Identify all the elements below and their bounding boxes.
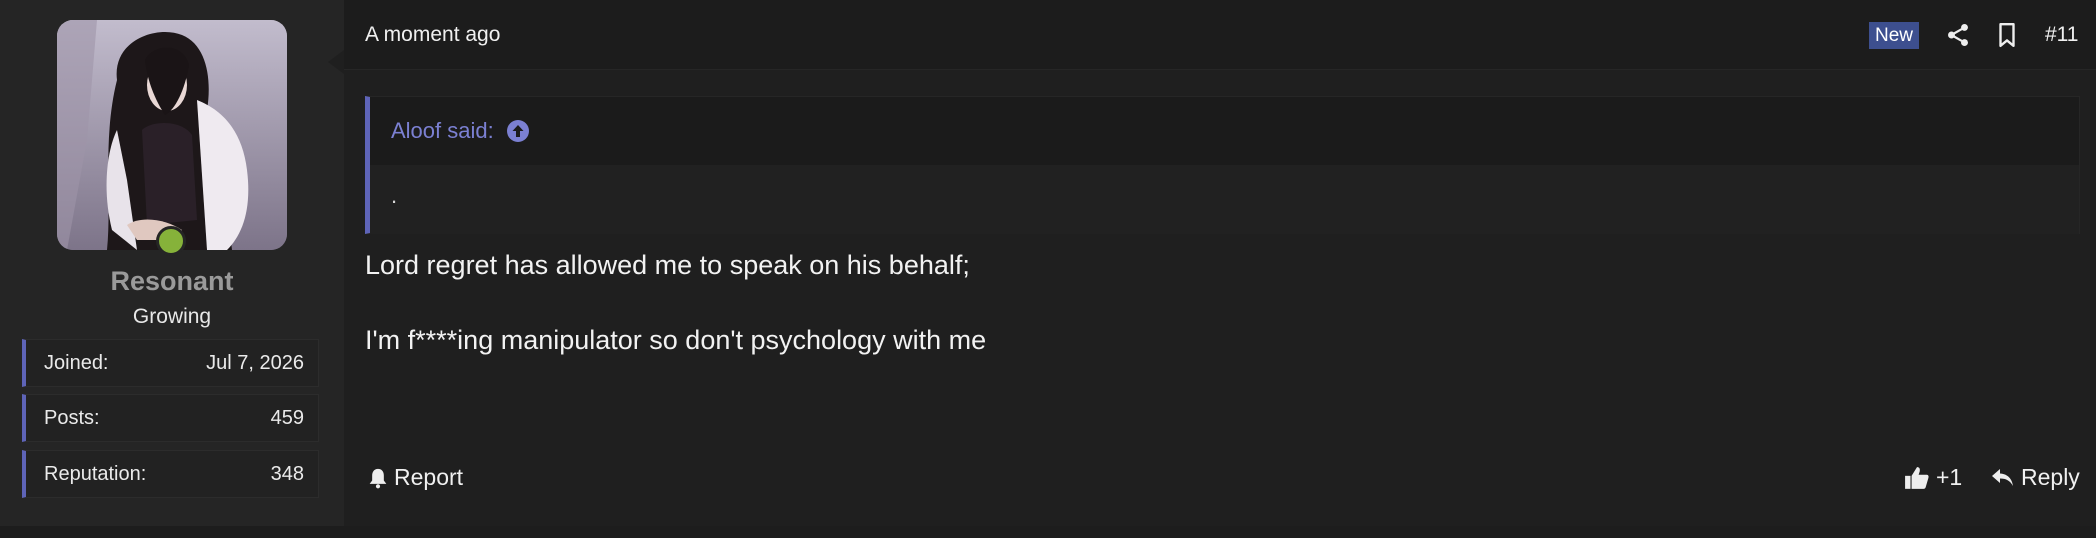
report-label: Report — [394, 464, 464, 490]
bookmark-icon[interactable] — [1994, 22, 2020, 48]
stat-label: Joined: — [44, 351, 109, 374]
stat-label: Posts: — [44, 406, 100, 429]
reply-icon — [1992, 468, 2013, 486]
post-pointer-arrow — [328, 50, 344, 74]
post-number[interactable]: #11 — [2045, 23, 2078, 47]
stat-reputation: Reputation: 348 — [22, 450, 319, 498]
quote-author[interactable]: Aloof said: — [391, 118, 494, 144]
online-status-indicator — [156, 226, 186, 256]
user-sidebar: Resonant Growing Joined: Jul 7, 2026 Pos… — [0, 0, 344, 526]
reply-label: Reply — [2021, 464, 2080, 490]
stat-value: 459 — [270, 406, 304, 429]
message-line: I'm f****ing manipulator so don't psycho… — [365, 325, 987, 355]
stat-value: Jul 7, 2026 — [206, 351, 304, 374]
bell-icon — [369, 468, 387, 488]
jump-to-quote-icon[interactable] — [506, 119, 530, 143]
new-badge: New — [1869, 22, 1920, 49]
stat-posts: Posts: 459 — [22, 394, 319, 442]
quote-content: . — [370, 165, 2079, 234]
message-line: Lord regret has allowed me to speak on h… — [365, 250, 970, 280]
stat-value: 348 — [270, 462, 304, 485]
like-button[interactable]: +1 — [1904, 464, 1962, 491]
avatar[interactable] — [57, 20, 287, 250]
quote-block: Aloof said: . — [365, 96, 2080, 234]
username[interactable]: Resonant — [0, 266, 344, 297]
post-header: A moment ago New #11 — [344, 0, 2096, 70]
like-count: +1 — [1936, 464, 1963, 490]
share-icon[interactable] — [1945, 22, 1971, 48]
report-button[interactable]: Report — [368, 464, 463, 491]
forum-post: Resonant Growing Joined: Jul 7, 2026 Pos… — [0, 0, 2096, 526]
post-timestamp[interactable]: A moment ago — [365, 23, 500, 47]
user-title: Growing — [132, 305, 212, 328]
stat-joined: Joined: Jul 7, 2026 — [22, 339, 319, 387]
avatar-container — [57, 20, 287, 256]
reply-button[interactable]: Reply — [1991, 464, 2080, 491]
stat-label: Reputation: — [44, 462, 147, 485]
avatar-image — [57, 20, 287, 250]
quote-header: Aloof said: — [370, 97, 2079, 165]
thumbs-up-icon — [1905, 466, 1929, 489]
